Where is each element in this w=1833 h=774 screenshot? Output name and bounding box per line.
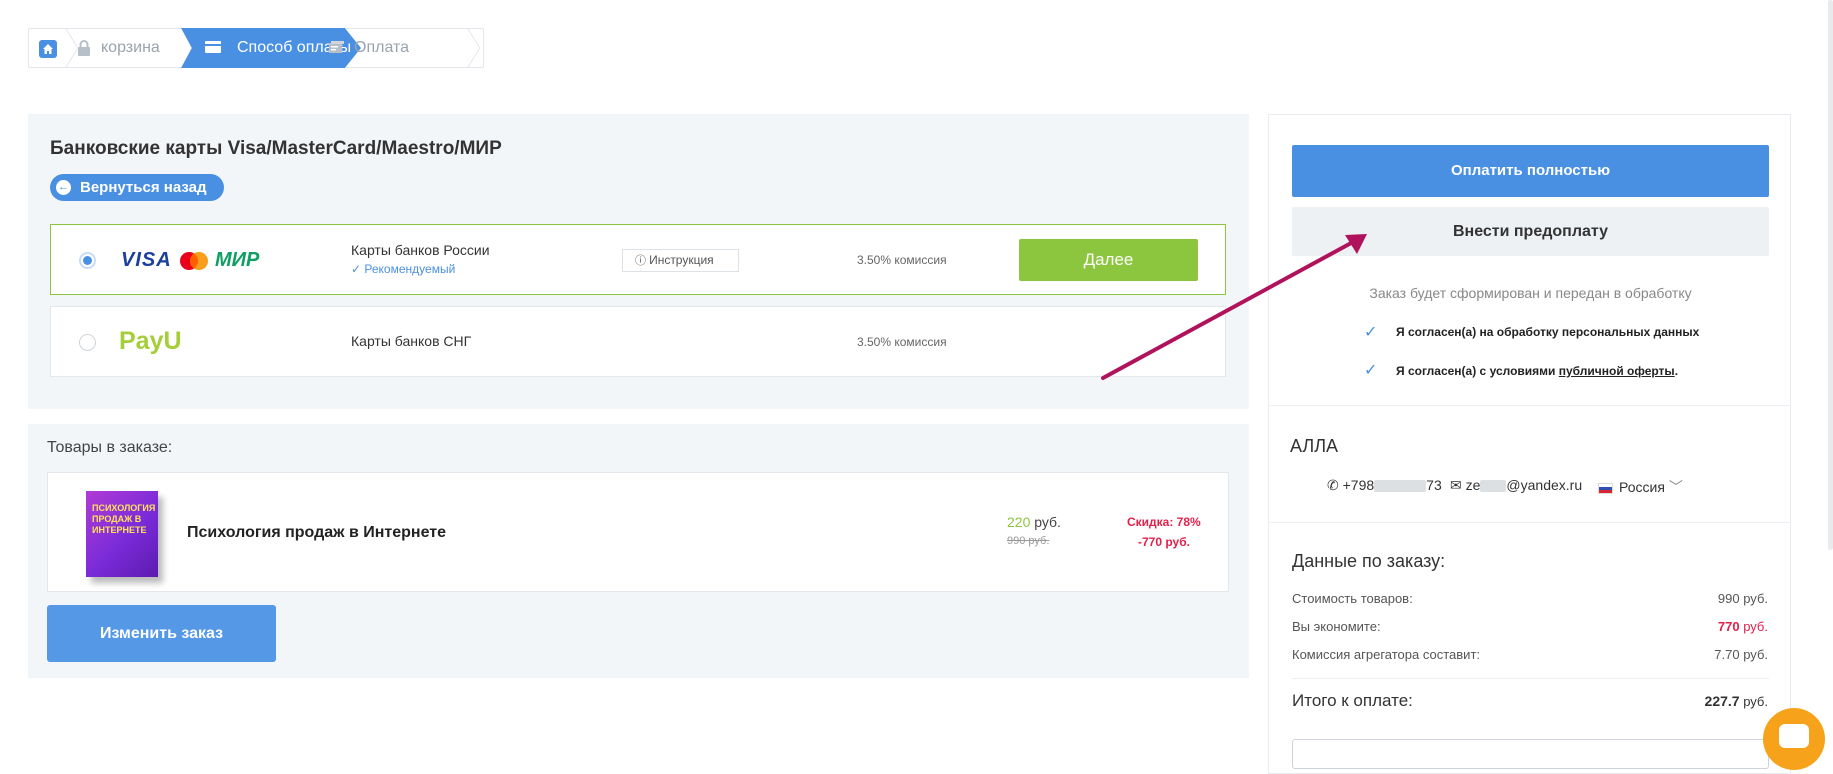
divider [1292, 678, 1769, 679]
bottom-input[interactable] [1292, 739, 1769, 769]
fee-value: 7.70 руб. [1714, 647, 1768, 662]
wallet-icon [205, 41, 221, 53]
russia-flag-icon [1598, 482, 1613, 494]
annotation-arrow [1101, 234, 1367, 380]
divider [1269, 522, 1790, 523]
chat-button[interactable] [1763, 708, 1825, 770]
savings-label: Вы экономите: [1292, 619, 1381, 634]
goods-cost-value: 990 руб. [1717, 591, 1768, 606]
goods-label: Товары в заказе: [47, 439, 173, 456]
customer-phone: ✆ +798 73 [1327, 477, 1442, 493]
option-name-russia: Карты банков России [351, 242, 490, 258]
country-select[interactable]: Россия ﹀ [1598, 477, 1683, 497]
card-icon [329, 41, 344, 60]
fee-label: Комиссия агрегатора составит: [1292, 647, 1481, 662]
payment-method-panel: Банковские карты Visa/MasterCard/Maestro… [28, 114, 1249, 409]
home-icon[interactable] [39, 40, 57, 58]
radio-russia[interactable] [79, 252, 96, 269]
instruction-button[interactable]: ⓘ Инструкция [622, 249, 739, 272]
change-order-button[interactable]: Изменить заказ [47, 605, 276, 662]
price-old: 990 руб. [1007, 535, 1050, 547]
checkout-panel: Оплатить полностью Внести предоплату Зак… [1268, 114, 1791, 774]
payment-option-russia[interactable]: VISA МИР Карты банков России ✓ Рекоменду… [50, 224, 1226, 295]
agree-offer-label: Я согласен(а) с условиями публичной офер… [1396, 364, 1679, 378]
total-value: 227.7 руб. [1704, 693, 1768, 709]
mail-icon: ✉ [1450, 477, 1462, 493]
check-icon: ✓ [351, 262, 365, 276]
info-icon: ⓘ [635, 255, 650, 267]
summary-title: Данные по заказу: [1292, 551, 1446, 571]
pay-full-button[interactable]: Оплатить полностью [1292, 145, 1769, 197]
savings-value: 770 руб. [1717, 619, 1768, 634]
payu-logo: PayU [119, 327, 182, 355]
chevron-down-icon: ﹀ [1668, 479, 1683, 495]
goods-cost-label: Стоимость товаров: [1292, 591, 1413, 606]
breadcrumb: корзина Способ оплаты Оплата [28, 28, 484, 68]
mir-logo: МИР [215, 249, 260, 271]
offer-link[interactable]: публичной оферты [1559, 364, 1675, 378]
total-label: Итого к оплате: [1292, 691, 1413, 710]
back-button-label: Вернуться назад [80, 179, 207, 196]
back-button[interactable]: ← Вернуться назад [50, 174, 224, 201]
divider [1269, 405, 1790, 406]
fee-russia: 3.50% комиссия [857, 253, 947, 267]
price-new: 220 руб. [1007, 514, 1061, 530]
customer-name: АЛЛА [1290, 436, 1339, 456]
book-cover-image: ПСИХОЛОГИЯ ПРОДАЖ В ИНТЕРНЕТЕ [86, 491, 158, 577]
radio-cis[interactable] [79, 334, 96, 351]
fee-cis: 3.50% комиссия [857, 335, 947, 349]
goods-item: ПСИХОЛОГИЯ ПРОДАЖ В ИНТЕРНЕТЕ Психология… [47, 472, 1229, 592]
crumb-payment[interactable]: Оплата [354, 29, 409, 67]
discount-amount: -770 руб. [1138, 535, 1190, 549]
scrollbar[interactable] [1828, 0, 1833, 550]
crumb-cart[interactable]: корзина [101, 29, 160, 67]
option-name-cis: Карты банков СНГ [351, 333, 472, 349]
payment-option-cis[interactable]: PayU Карты банков СНГ 3.50% комиссия [50, 306, 1226, 377]
goods-name: Психология продаж в Интернете [187, 524, 446, 541]
order-goods-panel: Товары в заказе: ПСИХОЛОГИЯ ПРОДАЖ В ИНТ… [28, 424, 1249, 678]
agree-personal-label: Я согласен(а) на обработку персональных … [1396, 325, 1700, 339]
phone-icon: ✆ [1327, 477, 1339, 493]
customer-email: ✉ ze @yandex.ru [1450, 477, 1583, 493]
mastercard-logo [180, 252, 208, 270]
chat-icon [1779, 724, 1809, 748]
payment-title: Банковские карты Visa/MasterCard/Maestro… [50, 138, 502, 159]
lock-icon [77, 40, 91, 61]
recommended-label: ✓ Рекомендуемый [351, 262, 456, 276]
visa-logo: VISA [121, 249, 172, 271]
discount-label: Скидка: 78% [1127, 515, 1201, 529]
arrow-left-icon: ← [56, 180, 71, 195]
